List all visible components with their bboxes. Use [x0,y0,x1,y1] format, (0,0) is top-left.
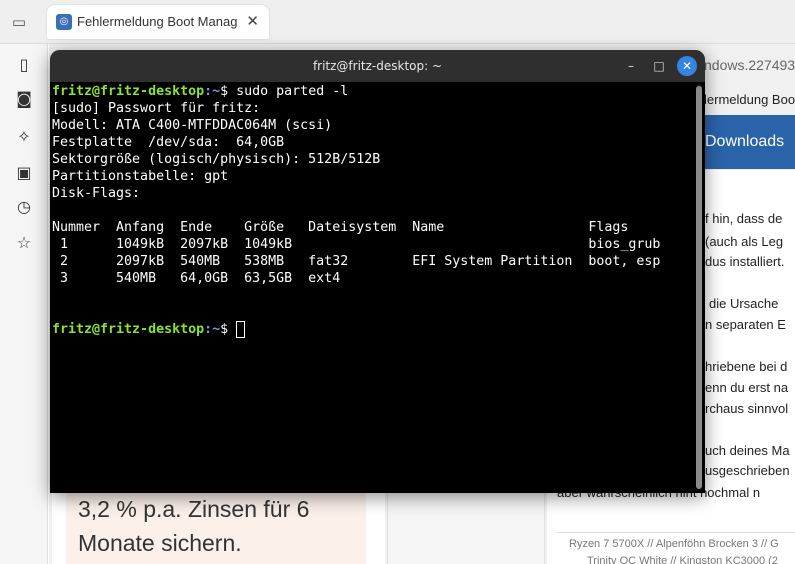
article-text: usgeschrieben [705,463,790,478]
prompt-symbol: $ [220,84,237,99]
ad-line: Monate sichern. [78,530,242,556]
synced-devices-icon[interactable]: ▣ [14,163,34,183]
terminal-scrollbar[interactable] [696,86,702,489]
signature-line: Trinity OC White // Kingston KC3000 (2 [587,555,778,564]
page-tab-fragment[interactable]: lermeldung Boo [704,92,795,107]
prompt-path: :~ [204,322,221,337]
article-text: die Ursache [709,296,779,311]
terminal-title: fritz@fritz-desktop: ~ [312,59,443,73]
terminal-output[interactable]: fritz@fritz-desktop:~$ sudo parted -l [s… [52,83,692,491]
partition-table-row: 2 2097kB 540MB 538MB fat32 EFI System Pa… [52,254,661,269]
camera-icon[interactable]: ◙ [14,89,34,109]
command-text: sudo parted -l [236,84,349,99]
article-text: hriebene bei d [705,359,788,374]
output-line: Sektorgröße (logisch/physisch): 512B/512… [52,152,381,167]
history-icon[interactable]: ◷ [14,197,34,217]
extensions-icon[interactable]: ✧ [14,127,34,147]
close-button[interactable]: ✕ [677,56,697,76]
tab-title: Fehlermeldung Boot Manag [77,14,238,29]
tab-overview-icon[interactable]: ▭ [8,12,30,32]
ad-line: 3,2 % p.a. Zinsen für 6 [78,496,310,522]
article-text: uch deines Ma [705,443,790,458]
output-line: [sudo] Passwort für fritz: [52,101,261,116]
article-text: f hin, dass de [705,211,783,226]
prompt-path: :~ [204,84,221,99]
output-line: Partitionstabelle: gpt [52,169,229,184]
text-cursor [236,321,246,338]
terminal-window[interactable]: fritz@fritz-desktop: ~ – □ ✕ fritz@fritz… [50,50,705,493]
browser-sidebar: ▯ ◙ ✧ ▣ ◷ ☆ [0,44,48,564]
middle-column [387,490,545,564]
article-text: (auch als Leg [705,234,784,249]
browser-tabstrip: ▭ ◎ Fehlermeldung Boot Manag ✕ [0,0,795,44]
minimize-button[interactable]: – [622,57,640,75]
maximize-button[interactable]: □ [650,57,668,75]
article-text: enn du erst na [705,380,789,395]
output-line: Disk-Flags: [52,186,141,201]
sidebar-panel-icon[interactable]: ▯ [14,55,34,75]
terminal-titlebar[interactable]: fritz@fritz-desktop: ~ – □ ✕ [50,50,705,82]
signature-divider [557,532,795,533]
site-favicon-icon: ◎ [56,14,72,30]
address-bar-fragment[interactable]: ndows.227493 [704,57,795,73]
output-line: Modell: ATA C400-MTFDDAC064M (scsi) [52,118,333,133]
article-text: rchaus sinnvol [705,401,789,416]
advertisement-text[interactable]: 3,2 % p.a. Zinsen für 6 Monate sichern. [78,492,358,560]
partition-table-row: 1 1049kB 2097kB 1049kB bios_grub [52,237,661,252]
downloads-link[interactable]: Downloads [705,133,784,151]
partition-table-header: Nummer Anfang Ende Größe Dateisystem Nam… [52,220,629,235]
prompt-user: fritz@fritz-desktop [52,322,205,337]
partition-table-row: 3 540MB 64,0GB 63,5GB ext4 [52,271,341,286]
signature-line: Ryzen 7 5700X // Alpenföhn Brocken 3 // … [569,538,779,550]
prompt-user: fritz@fritz-desktop [52,84,205,99]
prompt-symbol: $ [220,322,237,337]
tab-close-icon[interactable]: ✕ [246,12,259,30]
article-text: n separaten E [705,317,786,332]
article-text: dus installiert. [705,254,785,269]
output-line: Festplatte /dev/sda: 64,0GB [52,135,285,150]
browser-tab[interactable]: ◎ Fehlermeldung Boot Manag ✕ [47,5,269,39]
bookmarks-star-icon[interactable]: ☆ [14,233,34,253]
